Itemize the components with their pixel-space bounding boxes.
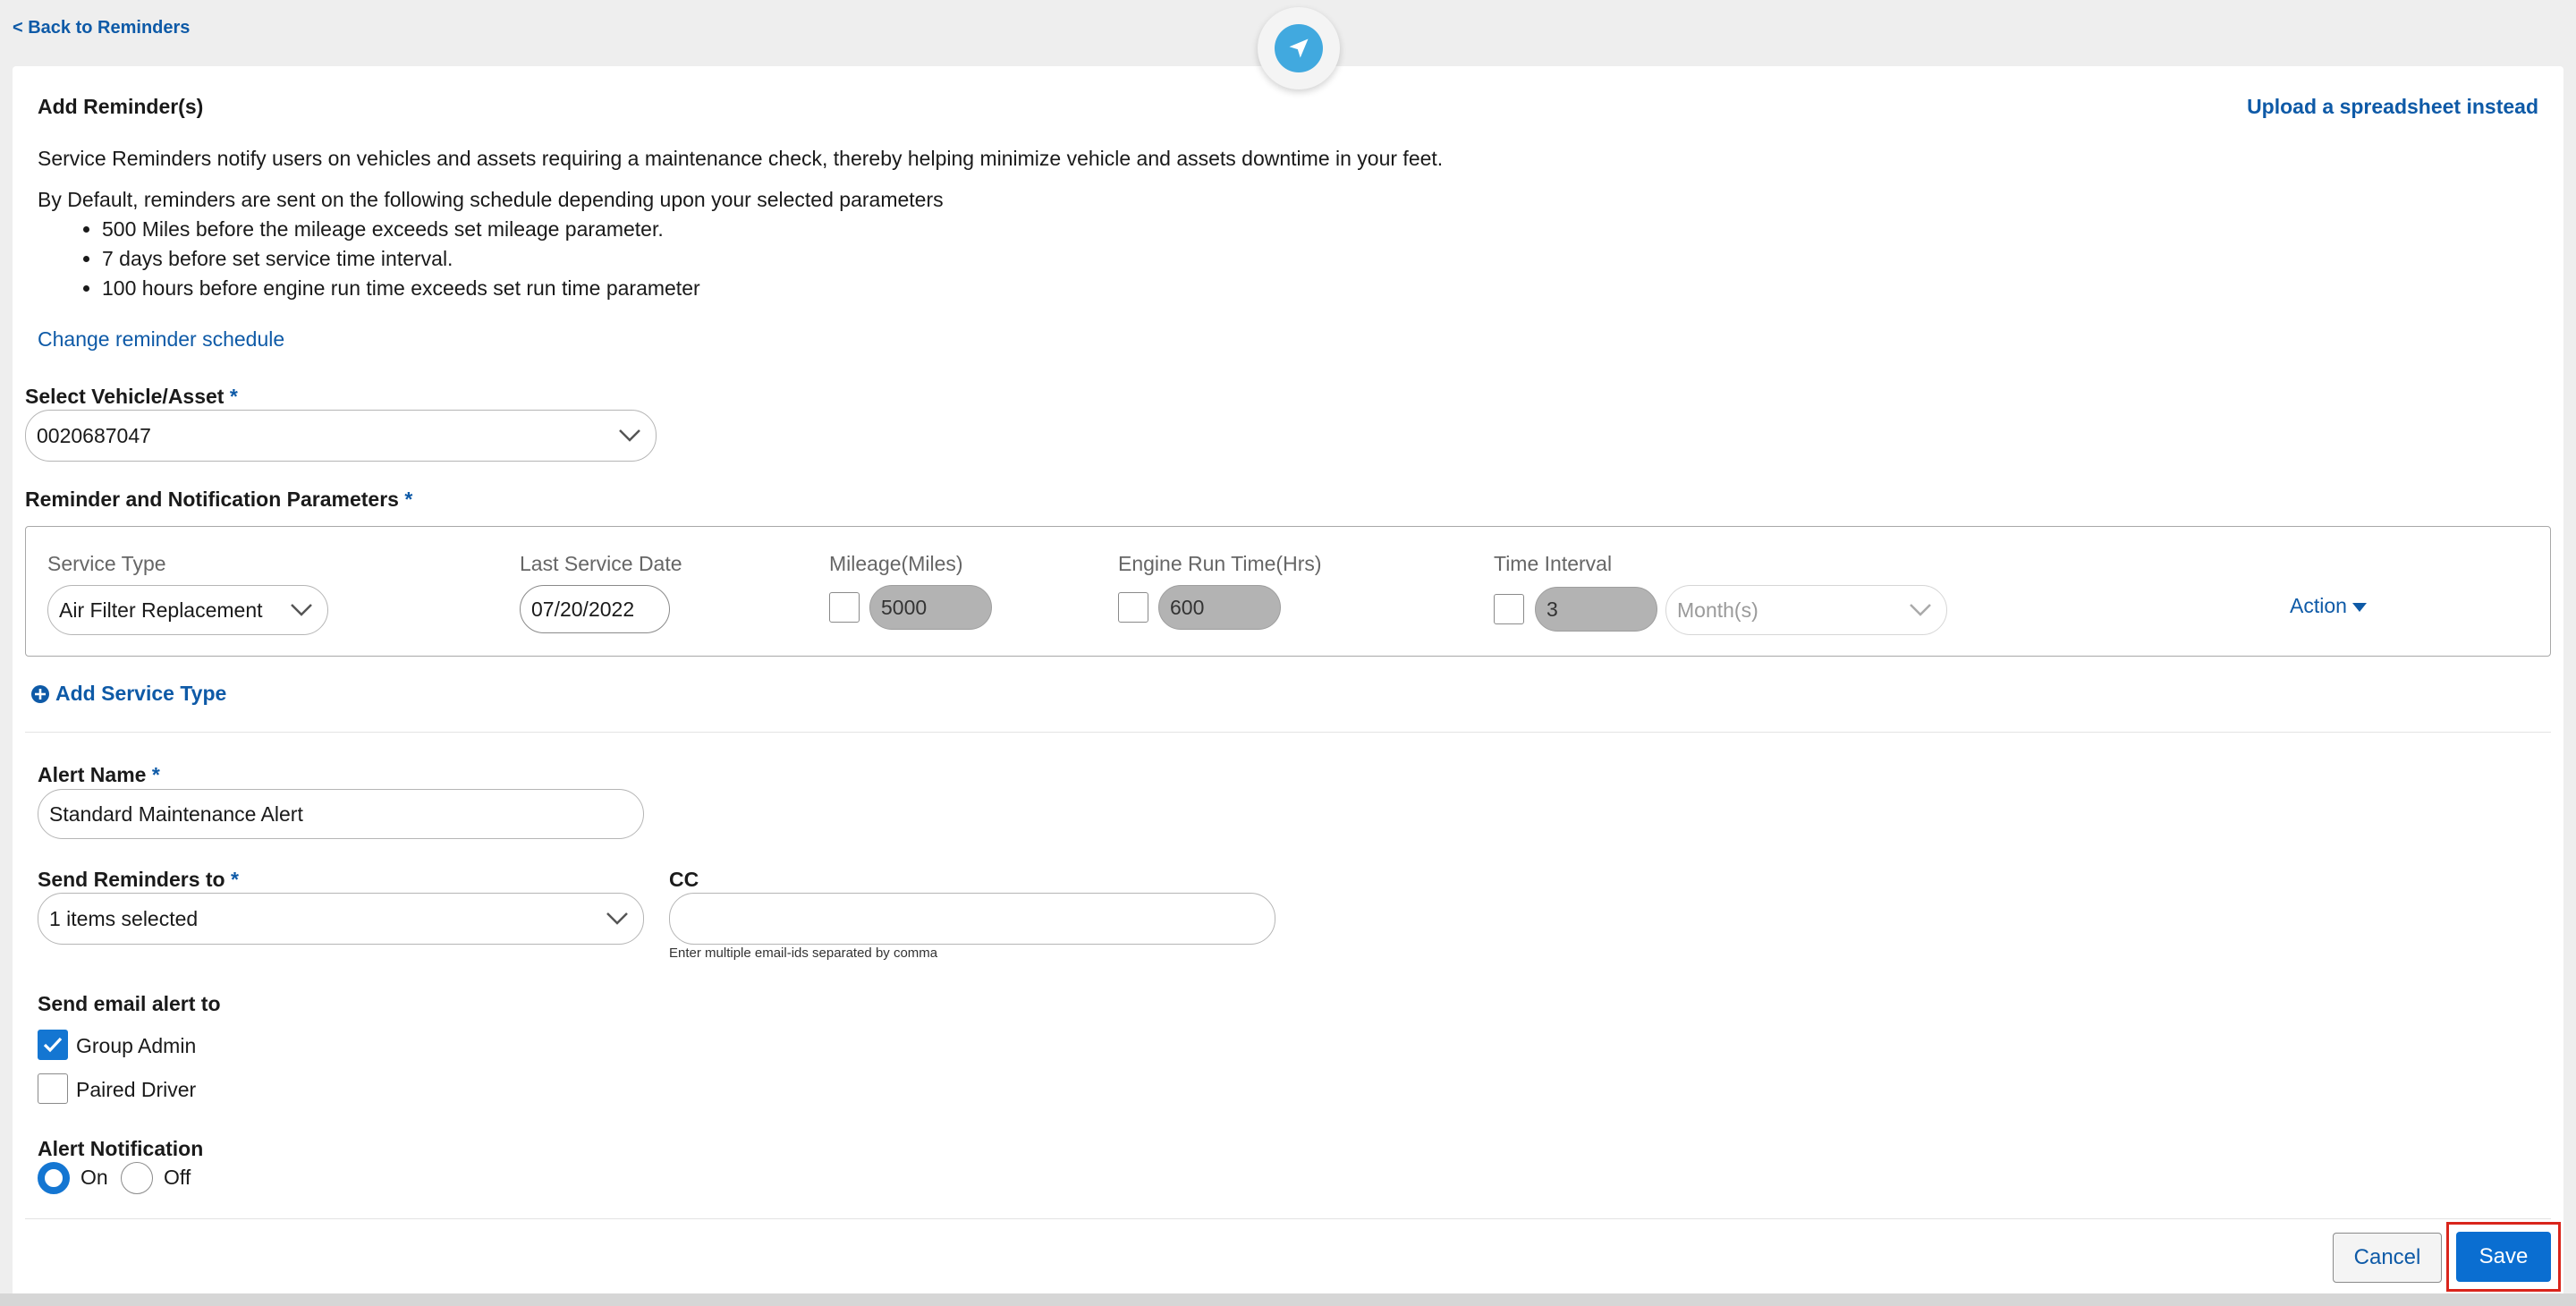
- time-interval-checkbox[interactable]: [1494, 594, 1524, 624]
- last-service-date-input[interactable]: 07/20/2022: [520, 585, 670, 633]
- last-service-date-value: 07/20/2022: [531, 597, 635, 621]
- paired-driver-checkbox[interactable]: [38, 1073, 68, 1104]
- add-service-type-label: Add Service Type: [55, 682, 227, 705]
- change-reminder-schedule-link[interactable]: Change reminder schedule: [38, 327, 284, 352]
- chevron-down-icon: [619, 429, 640, 442]
- service-type-value: Air Filter Replacement: [59, 598, 263, 622]
- chevron-down-icon: [1910, 604, 1931, 616]
- horizontal-scrollbar[interactable]: [0, 1293, 2576, 1306]
- time-interval-header: Time Interval: [1494, 552, 1613, 575]
- default-schedule-list: 500 Miles before the mileage exceeds set…: [66, 215, 700, 303]
- service-params-row: [25, 526, 2551, 657]
- mileage-checkbox[interactable]: [829, 592, 860, 623]
- group-admin-checkbox[interactable]: [38, 1030, 68, 1060]
- send-reminders-label: Send Reminders to *: [38, 868, 239, 891]
- time-interval-input[interactable]: 3: [1535, 587, 1657, 632]
- alert-name-input[interactable]: Standard Maintenance Alert: [38, 789, 644, 839]
- action-label: Action: [2290, 594, 2347, 617]
- description-text: Service Reminders notify users on vehicl…: [38, 147, 1444, 170]
- mileage-input[interactable]: 5000: [869, 585, 992, 630]
- add-service-type-button[interactable]: Add Service Type: [30, 682, 226, 706]
- checkmark-icon: [43, 1037, 63, 1053]
- interval-unit-select[interactable]: Month(s): [1665, 585, 1947, 635]
- back-to-reminders-link[interactable]: < Back to Reminders: [13, 18, 190, 38]
- navigation-arrow-icon: [1275, 24, 1323, 72]
- page-title: Add Reminder(s): [38, 95, 204, 118]
- group-admin-label: Group Admin: [76, 1034, 197, 1057]
- service-type-header: Service Type: [47, 552, 166, 575]
- email-alert-label: Send email alert to: [38, 992, 221, 1015]
- cancel-button[interactable]: Cancel: [2333, 1233, 2442, 1283]
- upload-spreadsheet-link[interactable]: Upload a spreadsheet instead: [2247, 95, 2538, 119]
- caret-down-icon: [2352, 602, 2368, 612]
- notification-on-radio[interactable]: [38, 1162, 70, 1194]
- schedule-item: 100 hours before engine run time exceeds…: [102, 274, 700, 303]
- mileage-header: Mileage(Miles): [829, 552, 963, 575]
- interval-unit-value: Month(s): [1677, 598, 1758, 622]
- cc-label: CC: [669, 868, 699, 891]
- default-schedule-intro: By Default, reminders are sent on the fo…: [38, 188, 944, 211]
- cc-input[interactable]: [669, 893, 1275, 945]
- notification-on-label: On: [80, 1166, 108, 1189]
- alert-name-label: Alert Name *: [38, 763, 160, 786]
- time-interval-value: 3: [1546, 597, 1558, 621]
- plus-circle-icon: [31, 684, 49, 703]
- footer-divider: [25, 1218, 2551, 1219]
- cc-helper-text: Enter multiple email-ids separated by co…: [669, 946, 938, 961]
- notification-off-radio[interactable]: [121, 1162, 153, 1194]
- send-reminders-select[interactable]: 1 items selected: [38, 893, 644, 945]
- section-divider: [25, 732, 2551, 733]
- schedule-item: 500 Miles before the mileage exceeds set…: [102, 215, 700, 244]
- last-service-date-header: Last Service Date: [520, 552, 682, 575]
- service-type-select[interactable]: Air Filter Replacement: [47, 585, 328, 635]
- chevron-down-icon: [291, 604, 312, 616]
- action-dropdown[interactable]: Action: [2290, 594, 2368, 618]
- paired-driver-label: Paired Driver: [76, 1078, 197, 1101]
- engine-run-time-value: 600: [1170, 595, 1205, 619]
- send-reminders-value: 1 items selected: [49, 906, 199, 930]
- alert-notification-label: Alert Notification: [38, 1137, 204, 1160]
- chevron-down-icon: [606, 912, 628, 925]
- notification-off-label: Off: [164, 1166, 191, 1189]
- schedule-item: 7 days before set service time interval.: [102, 244, 700, 274]
- vehicle-select[interactable]: 0020687047: [25, 410, 657, 462]
- navigation-toggle[interactable]: [1258, 7, 1340, 89]
- save-button[interactable]: Save: [2456, 1232, 2551, 1282]
- vehicle-label: Select Vehicle/Asset *: [25, 385, 238, 408]
- params-label: Reminder and Notification Parameters *: [25, 488, 413, 511]
- engine-run-time-input[interactable]: 600: [1158, 585, 1281, 630]
- alert-name-value: Standard Maintenance Alert: [49, 801, 303, 826]
- engine-run-time-header: Engine Run Time(Hrs): [1118, 552, 1322, 575]
- vehicle-select-value: 0020687047: [37, 423, 151, 447]
- mileage-value: 5000: [881, 595, 928, 619]
- engine-run-time-checkbox[interactable]: [1118, 592, 1148, 623]
